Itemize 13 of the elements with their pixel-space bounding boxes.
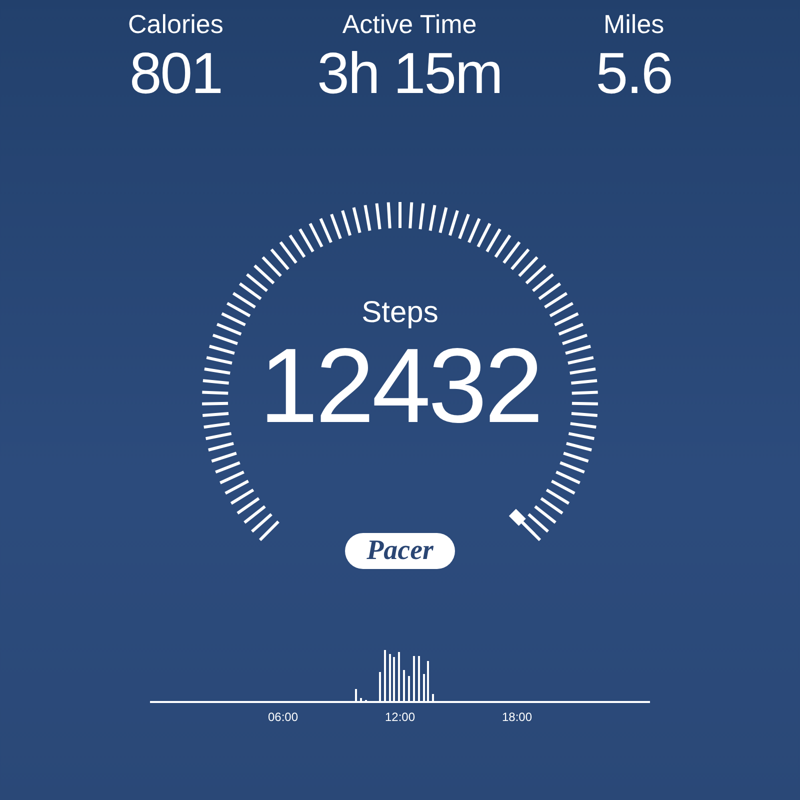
stat-label: Miles — [604, 8, 664, 40]
pacer-logo: Pacer — [344, 533, 456, 569]
stat-value: 5.6 — [596, 40, 672, 108]
stat-value: 801 — [129, 40, 222, 108]
steps-count: 12432 — [259, 331, 541, 441]
time-axis-label: 12:00 — [384, 709, 416, 726]
stat-label: Active Time — [342, 8, 477, 40]
gauge-marker-icon — [508, 508, 536, 536]
time-axis-label: 06:00 — [266, 709, 300, 726]
time-axis-label: 18:00 — [500, 709, 534, 726]
steps-label: Steps — [362, 295, 438, 331]
stat-label: Calories — [128, 8, 224, 40]
stat-value: 3h 15m — [317, 40, 502, 108]
